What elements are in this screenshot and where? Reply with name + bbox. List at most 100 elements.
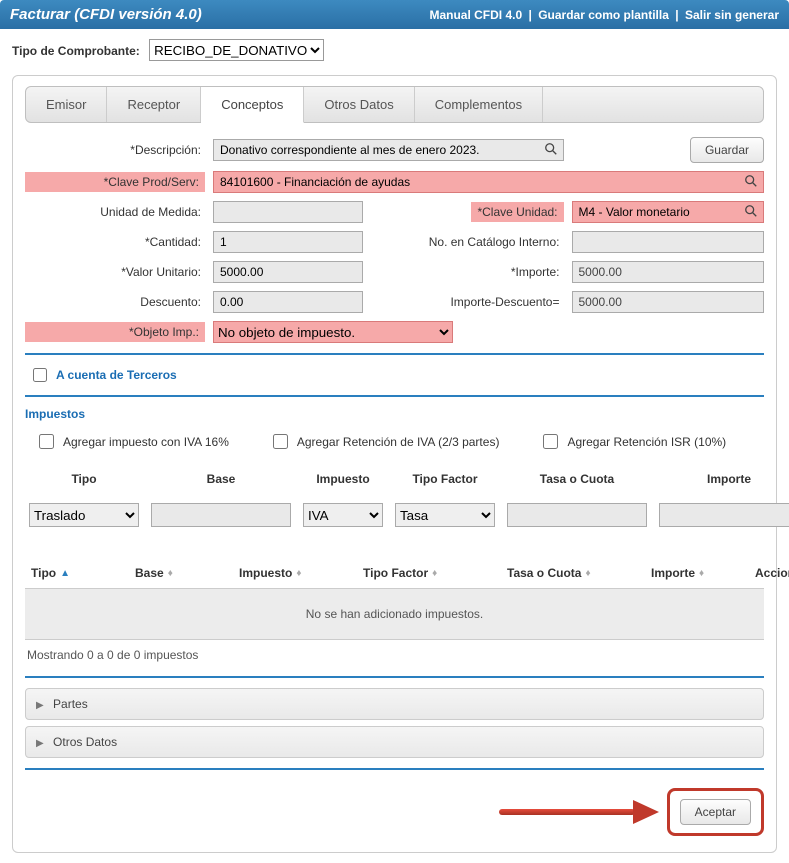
th-base: Base [151, 472, 291, 486]
divider [25, 353, 764, 355]
impuestos-quick-checks: Agregar impuesto con IVA 16% Agregar Ret… [35, 431, 760, 452]
link-manual[interactable]: Manual CFDI 4.0 [429, 8, 522, 22]
th-tipo-factor: Tipo Factor [395, 472, 495, 486]
search-icon[interactable] [743, 204, 759, 221]
chk-ret-isr[interactable]: Agregar Retención ISR (10%) [539, 431, 726, 452]
importe-descuento-label: Importe-Descuento= [414, 295, 564, 309]
descuento-field[interactable] [213, 291, 363, 313]
guardar-button[interactable]: Guardar [690, 137, 764, 163]
titlebar: Facturar (CFDI versión 4.0) Manual CFDI … [0, 0, 789, 29]
divider [25, 768, 764, 770]
search-icon[interactable] [543, 142, 559, 159]
sort-icon: ♦ [699, 568, 704, 579]
link-salir[interactable]: Salir sin generar [685, 8, 779, 22]
importe-input [577, 262, 760, 282]
tipo-comprobante-select[interactable]: RECIBO_DE_DONATIVOS [149, 39, 324, 61]
chk-ret-isr-input[interactable] [543, 434, 558, 449]
descripcion-input[interactable] [218, 140, 543, 160]
cantidad-field[interactable] [213, 231, 363, 253]
main-panel: Emisor Receptor Conceptos Otros Datos Co… [12, 75, 777, 853]
col-tipo-factor[interactable]: Tipo Factor ♦ [363, 566, 503, 580]
aceptar-highlight: Aceptar [667, 788, 764, 836]
terceros-label: A cuenta de Terceros [56, 368, 177, 382]
tax-input-headers: Tipo Base Impuesto Tipo Factor Tasa o Cu… [29, 472, 760, 492]
col-tipo[interactable]: Tipo ▲ [31, 566, 131, 580]
objeto-imp-label: *Objeto Imp.: [25, 322, 205, 342]
accordion-otros-datos[interactable]: ▶ Otros Datos [25, 726, 764, 758]
valor-unitario-label: *Valor Unitario: [25, 265, 205, 279]
chk-ret-iva-input[interactable] [273, 434, 288, 449]
col-acciones[interactable]: Acciones ♦ [755, 566, 789, 580]
tax-base-input[interactable] [151, 503, 291, 527]
accordion-partes[interactable]: ▶ Partes [25, 688, 764, 720]
link-guardar-plantilla[interactable]: Guardar como plantilla [538, 8, 669, 22]
col-impuesto[interactable]: Impuesto ♦ [239, 566, 359, 580]
tab-complementos[interactable]: Complementos [415, 87, 543, 122]
arrow-right-icon [633, 800, 659, 824]
valor-unitario-input[interactable] [218, 262, 377, 282]
importe-descuento-field [572, 291, 765, 313]
no-catalogo-input[interactable] [577, 232, 760, 252]
th-importe: Importe [659, 472, 789, 486]
importe-label: *Importe: [414, 265, 564, 279]
terceros-checkbox[interactable] [33, 368, 47, 382]
th-tipo: Tipo [29, 472, 139, 486]
th-tasa-cuota: Tasa o Cuota [507, 472, 647, 486]
cantidad-input[interactable] [218, 232, 377, 252]
tax-tasa-input[interactable] [507, 503, 647, 527]
tax-table-empty: No se han adicionado impuestos. [25, 589, 764, 640]
no-catalogo-field[interactable] [572, 231, 765, 253]
a-cuenta-terceros[interactable]: A cuenta de Terceros [29, 365, 764, 385]
unidad-medida-input[interactable] [218, 202, 377, 222]
tipo-comprobante-label: Tipo de Comprobante: [12, 44, 140, 58]
chk-iva16-input[interactable] [39, 434, 54, 449]
tab-otros-datos[interactable]: Otros Datos [304, 87, 414, 122]
descuento-input[interactable] [218, 292, 377, 312]
clave-prod-input[interactable] [218, 172, 743, 192]
descripcion-label: *Descripción: [25, 143, 205, 157]
tab-emisor[interactable]: Emisor [26, 87, 107, 122]
descripcion-field[interactable] [213, 139, 564, 161]
col-tasa-cuota[interactable]: Tasa o Cuota ♦ [507, 566, 647, 580]
valor-unitario-field[interactable] [213, 261, 363, 283]
clave-prod-field[interactable] [213, 171, 764, 193]
th-impuesto: Impuesto [303, 472, 383, 486]
clave-unidad-label: *Clave Unidad: [471, 202, 563, 222]
descuento-label: Descuento: [25, 295, 205, 309]
tax-tipo-factor-select[interactable]: Tasa [395, 503, 495, 527]
triangle-right-icon: ▶ [36, 738, 44, 749]
tax-table-showing: Mostrando 0 a 0 de 0 impuestos [27, 648, 764, 662]
concepto-form: *Descripción: Guardar *Clave Prod/Serv: … [25, 137, 764, 343]
titlebar-links: Manual CFDI 4.0 | Guardar como plantilla… [429, 8, 779, 22]
window-title: Facturar (CFDI versión 4.0) [10, 6, 202, 23]
divider [25, 395, 764, 397]
col-importe[interactable]: Importe ♦ [651, 566, 751, 580]
clave-prod-label: *Clave Prod/Serv: [25, 172, 205, 192]
callout-arrow [499, 802, 659, 822]
tax-table-header: Tipo ▲ Base ♦ Impuesto ♦ Tipo Factor ♦ T… [25, 558, 764, 589]
sort-icon: ♦ [432, 568, 437, 579]
tab-conceptos[interactable]: Conceptos [201, 87, 304, 123]
search-icon[interactable] [743, 174, 759, 191]
chk-iva16[interactable]: Agregar impuesto con IVA 16% [35, 431, 229, 452]
tax-impuesto-select[interactable]: IVA [303, 503, 383, 527]
sort-icon: ♦ [296, 568, 301, 579]
unidad-medida-field[interactable] [213, 201, 363, 223]
col-base[interactable]: Base ♦ [135, 566, 235, 580]
clave-unidad-field[interactable] [572, 201, 765, 223]
tax-input-row: Traslado IVA Tasa + [29, 502, 760, 528]
importe-field [572, 261, 765, 283]
aceptar-button[interactable]: Aceptar [680, 799, 751, 825]
importe-descuento-input [577, 292, 760, 312]
triangle-right-icon: ▶ [36, 700, 44, 711]
chk-ret-iva[interactable]: Agregar Retención de IVA (2/3 partes) [269, 431, 500, 452]
cantidad-label: *Cantidad: [25, 235, 205, 249]
tipo-comprobante-row: Tipo de Comprobante: RECIBO_DE_DONATIVOS [12, 39, 777, 61]
footer-actions: Aceptar [25, 788, 764, 836]
tax-tipo-select[interactable]: Traslado [29, 503, 139, 527]
tax-importe-input[interactable] [659, 503, 789, 527]
objeto-imp-select[interactable]: No objeto de impuesto. [213, 321, 453, 343]
tab-receptor[interactable]: Receptor [107, 87, 201, 122]
sort-icon: ♦ [585, 568, 590, 579]
clave-unidad-input[interactable] [577, 202, 744, 222]
